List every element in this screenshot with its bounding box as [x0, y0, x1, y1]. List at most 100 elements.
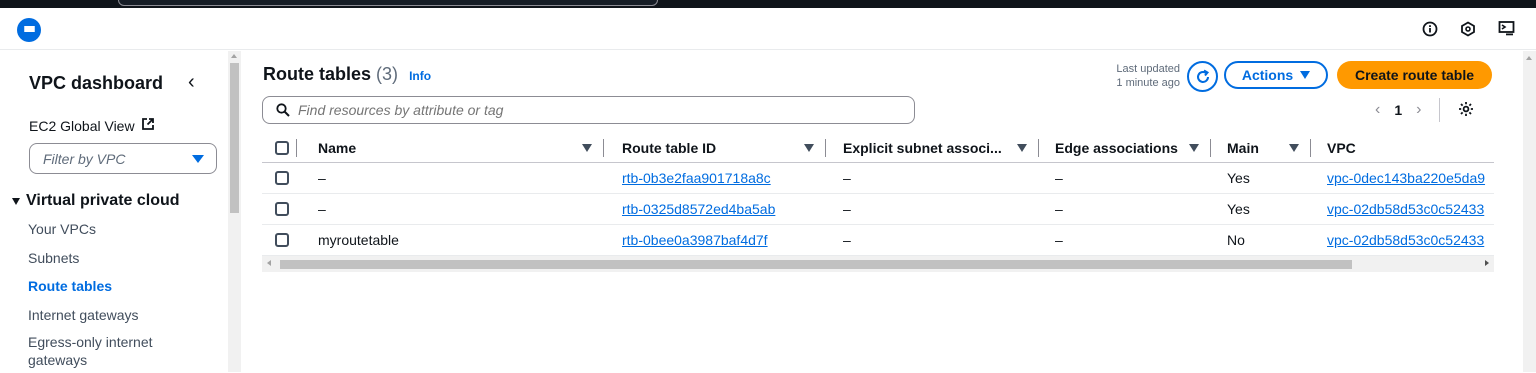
page-number[interactable]: 1 — [1394, 102, 1402, 118]
notifications-icon[interactable] — [1460, 21, 1476, 37]
sidebar-item-egress-only-internet-gateways[interactable]: Egress-only internet gateways — [28, 333, 153, 373]
scroll-up-icon[interactable] — [1526, 56, 1532, 60]
page-scrollbar[interactable] — [1523, 51, 1536, 372]
cell-edge-associations: – — [1055, 232, 1063, 248]
cell-name: – — [318, 201, 326, 217]
column-header-label: VPC — [1327, 139, 1356, 156]
info-icon[interactable] — [1422, 21, 1438, 37]
cell-explicit-subnet: – — [843, 232, 851, 248]
column-header-explicit-subnet[interactable]: Explicit subnet associ... — [826, 133, 1039, 162]
sidebar-item-your-vpcs[interactable]: Your VPCs — [28, 219, 153, 248]
sidebar: VPC dashboard ‹ EC2 Global View Filter b… — [0, 51, 228, 372]
scroll-right-icon[interactable] — [1485, 260, 1489, 266]
global-header — [0, 8, 1536, 50]
row-checkbox[interactable] — [275, 171, 289, 185]
sidebar-item-route-tables[interactable]: Route tables — [28, 276, 153, 305]
last-updated-label: Last updated — [1116, 63, 1180, 75]
column-header-name[interactable]: Name — [298, 133, 604, 162]
row-checkbox[interactable] — [275, 202, 289, 216]
column-header-label: Main — [1227, 139, 1259, 156]
table-header-row: Name Route table ID Explicit subnet asso… — [262, 133, 1494, 163]
browser-address-bar[interactable] — [118, 0, 658, 6]
menu-icon[interactable] — [17, 18, 41, 42]
previous-page-icon[interactable]: ‹ — [1375, 101, 1380, 119]
column-header-label: Name — [318, 139, 357, 156]
select-all-checkbox[interactable] — [275, 140, 289, 155]
table-horizontal-scrollbar[interactable] — [262, 256, 1494, 272]
cell-explicit-subnet: – — [843, 201, 851, 217]
route-tables-table: Name Route table ID Explicit subnet asso… — [262, 133, 1494, 256]
horizontal-scroll-thumb[interactable] — [280, 260, 1352, 269]
sidebar-item-ec2-global-view[interactable]: EC2 Global View — [29, 117, 155, 134]
collapse-sidebar-icon[interactable]: ‹ — [188, 71, 195, 94]
column-header-label: Route table ID — [622, 139, 717, 156]
route-table-id-link[interactable]: rtb-0b3e2faa901718a8c — [622, 170, 771, 186]
sidebar-scrollbar[interactable] — [228, 51, 241, 372]
chevron-down-icon — [192, 154, 204, 163]
sort-icon[interactable] — [1017, 144, 1027, 152]
sidebar-item-label: EC2 Global View — [29, 117, 135, 134]
table-row[interactable]: myroutetable rtb-0bee0a3987baf4d7f – – N… — [262, 225, 1494, 256]
column-header-main[interactable]: Main — [1211, 133, 1311, 162]
select-all-cell — [262, 133, 298, 162]
cloudshell-icon[interactable] — [1498, 20, 1516, 38]
table-row[interactable]: – rtb-0325d8572ed4ba5ab – – Yes vpc-02db… — [262, 194, 1494, 225]
sidebar-nav-list: Your VPCs Subnets Route tables Internet … — [28, 219, 153, 373]
cell-explicit-subnet: – — [843, 170, 851, 186]
page-title-text: Route tables — [263, 64, 372, 84]
page-title: Route tables (3) Info — [263, 64, 431, 85]
vpc-link[interactable]: vpc-0dec143ba220e5da9 — [1327, 170, 1485, 186]
refresh-button[interactable] — [1187, 61, 1218, 92]
vpc-link[interactable]: vpc-02db58d53c0c52433 — [1327, 232, 1484, 248]
cell-main: No — [1227, 232, 1245, 248]
browser-top-strip — [0, 0, 1536, 8]
info-link[interactable]: Info — [409, 69, 431, 83]
search-icon — [276, 103, 290, 117]
sidebar-section-label: Virtual private cloud — [26, 192, 180, 209]
vpc-link[interactable]: vpc-02db58d53c0c52433 — [1327, 201, 1484, 217]
search-field[interactable] — [262, 96, 915, 124]
sidebar-item-subnets[interactable]: Subnets — [28, 248, 153, 277]
pagination: ‹ 1 › — [1375, 98, 1474, 122]
caret-down-icon — [12, 197, 20, 205]
cell-name: myroutetable — [318, 232, 399, 248]
sidebar-scroll-thumb[interactable] — [230, 63, 239, 213]
route-table-count: (3) — [376, 64, 399, 84]
route-table-id-link[interactable]: rtb-0bee0a3987baf4d7f — [622, 232, 768, 248]
gear-icon[interactable] — [1458, 101, 1474, 120]
cell-main: Yes — [1227, 201, 1250, 217]
column-header-route-table-id[interactable]: Route table ID — [604, 133, 826, 162]
sort-icon[interactable] — [804, 144, 814, 152]
table-row[interactable]: – rtb-0b3e2faa901718a8c – – Yes vpc-0dec… — [262, 163, 1494, 194]
sidebar-item-internet-gateways[interactable]: Internet gateways — [28, 305, 153, 334]
actions-button[interactable]: Actions — [1224, 61, 1328, 89]
column-header-vpc[interactable]: VPC — [1311, 133, 1494, 162]
route-table-id-link[interactable]: rtb-0325d8572ed4ba5ab — [622, 201, 775, 217]
last-updated-value: 1 minute ago — [1116, 77, 1180, 89]
vpc-filter-placeholder: Filter by VPC — [43, 150, 126, 167]
create-route-table-button[interactable]: Create route table — [1337, 61, 1492, 89]
sort-icon[interactable] — [582, 144, 592, 152]
last-updated: Last updated 1 minute ago — [1096, 62, 1180, 90]
column-header-label: Edge associations — [1055, 139, 1178, 156]
scroll-up-icon[interactable] — [231, 54, 237, 58]
divider — [1439, 98, 1441, 122]
cell-main: Yes — [1227, 170, 1250, 186]
row-checkbox[interactable] — [275, 233, 289, 247]
sort-icon[interactable] — [1289, 144, 1299, 152]
scroll-left-icon[interactable] — [267, 260, 271, 266]
sort-icon[interactable] — [1189, 144, 1199, 152]
refresh-icon — [1196, 69, 1209, 83]
external-link-icon — [141, 117, 155, 134]
next-page-icon[interactable]: › — [1416, 101, 1421, 119]
search-input[interactable] — [298, 102, 858, 118]
sidebar-title[interactable]: VPC dashboard — [29, 73, 163, 94]
vpc-filter-select[interactable]: Filter by VPC — [29, 143, 217, 174]
actions-label: Actions — [1241, 67, 1294, 83]
sidebar-section-virtual-private-cloud[interactable]: Virtual private cloud — [12, 192, 180, 210]
main-content: Route tables (3) Info Last updated 1 min… — [241, 51, 1523, 372]
column-header-edge-associations[interactable]: Edge associations — [1039, 133, 1211, 162]
column-header-label: Explicit subnet associ... — [843, 139, 1002, 156]
cell-name: – — [318, 170, 326, 186]
cell-edge-associations: – — [1055, 170, 1063, 186]
